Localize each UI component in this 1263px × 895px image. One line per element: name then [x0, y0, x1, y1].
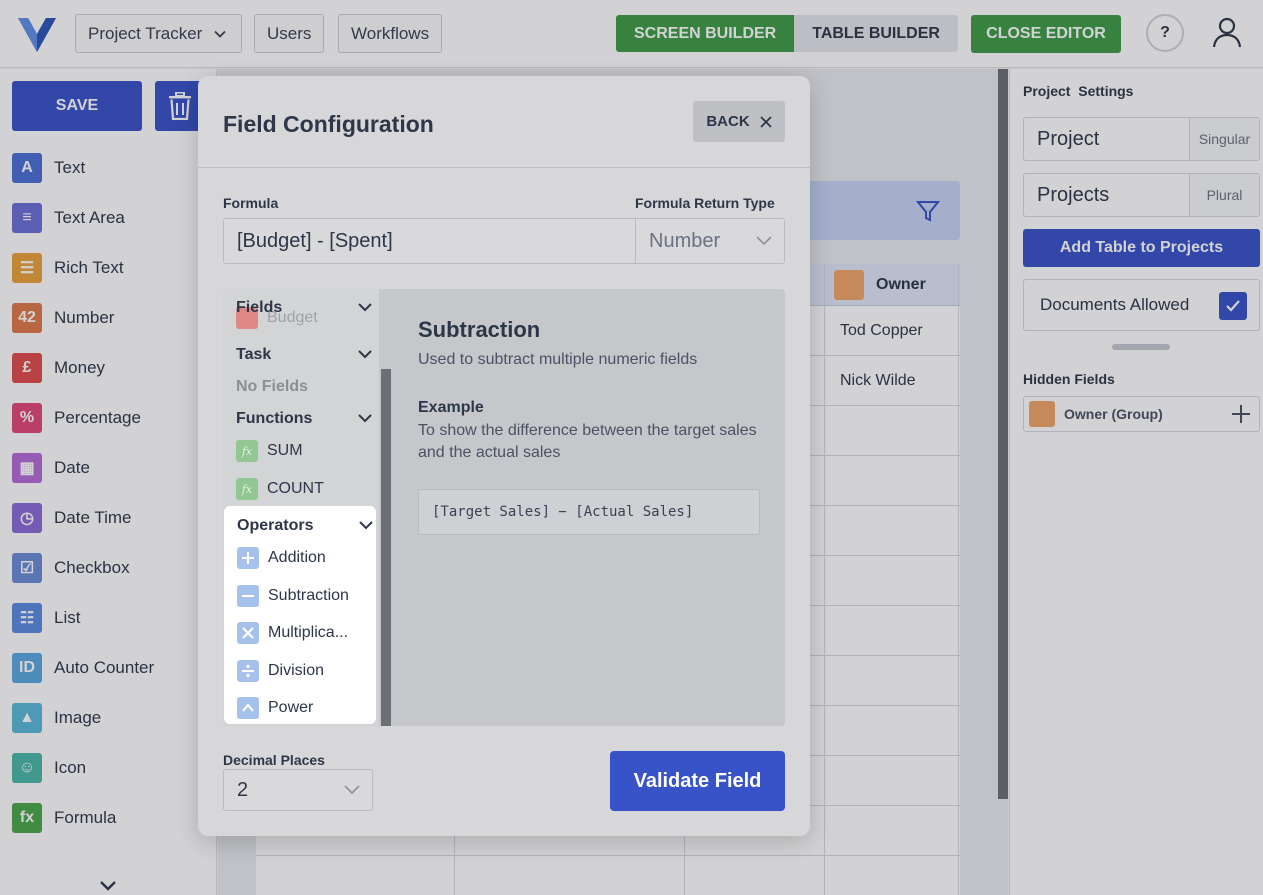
group-task-label: Task [236, 346, 272, 363]
function-label: SUM [267, 442, 303, 459]
minus-icon [237, 585, 259, 607]
operator-label: Division [268, 662, 325, 679]
operator-label: Multiplica... [268, 624, 349, 641]
group-functions[interactable]: Functions [236, 410, 372, 428]
picker-scrollbar[interactable] [379, 289, 393, 726]
detail-example-heading: Example [418, 399, 484, 416]
chevron-down-icon [359, 521, 373, 530]
formula-input[interactable]: [Budget] - [Spent] [223, 218, 636, 264]
operator-item-power[interactable]: Power [237, 696, 313, 720]
chevron-down-icon [344, 785, 360, 795]
modal-title: Field Configuration [223, 111, 434, 137]
function-item-sum[interactable]: fx SUM [236, 439, 303, 463]
return-type-select[interactable]: Number [635, 218, 785, 264]
group-fields-label: Fields [236, 299, 283, 316]
decimal-places-value: 2 [237, 778, 249, 801]
validate-field-button[interactable]: Validate Field [610, 751, 785, 811]
operator-item-subtraction[interactable]: Subtraction [237, 584, 349, 608]
group-functions-label: Functions [236, 410, 313, 427]
operator-item-multiplication[interactable]: Multiplica... [237, 621, 348, 645]
operator-label: Power [268, 699, 314, 716]
detail-title: Subtraction [418, 317, 541, 342]
group-fields[interactable]: Fields [236, 299, 372, 317]
no-fields-text: No Fields [236, 378, 309, 395]
detail-description: Used to subtract multiple numeric fields [418, 351, 698, 368]
back-label: BACK [706, 113, 750, 130]
close-icon [760, 115, 772, 128]
plus-icon [237, 547, 259, 569]
back-button[interactable]: BACK [693, 101, 785, 142]
multiply-icon [237, 622, 259, 644]
chevron-down-icon [756, 236, 772, 246]
decimal-places-select[interactable]: 2 [223, 769, 373, 811]
return-type-label: Formula Return Type [635, 195, 775, 211]
group-task[interactable]: Task [236, 346, 372, 364]
function-icon: fx [236, 440, 258, 462]
formula-label: Formula [223, 195, 279, 211]
operator-item-division[interactable]: Division [237, 659, 324, 683]
divide-icon [237, 660, 259, 682]
operator-label: Addition [268, 549, 326, 566]
group-operators[interactable]: Operators [237, 517, 373, 535]
function-item-count[interactable]: fx COUNT [236, 477, 324, 501]
detail-example-text: To show the difference between the targe… [418, 422, 757, 461]
decimal-places-label: Decimal Places [223, 752, 325, 768]
chevron-down-icon [358, 350, 372, 359]
operator-item-addition[interactable]: Addition [237, 546, 326, 570]
group-operators-label: Operators [237, 517, 314, 534]
function-label: COUNT [267, 480, 324, 497]
chevron-down-icon [358, 414, 372, 423]
detail-example-code: [Target Sales] − [Actual Sales] [418, 489, 760, 535]
operator-detail: Subtraction Used to subtract multiple nu… [393, 289, 785, 726]
function-icon: fx [236, 478, 258, 500]
modal-divider [198, 167, 810, 168]
operator-label: Subtraction [268, 587, 349, 604]
return-type-value: Number [649, 229, 721, 252]
operators-group-card: Operators Addition Subtraction Multiplic… [224, 506, 376, 724]
chevron-down-icon [358, 303, 372, 312]
caret-up-icon [237, 697, 259, 719]
